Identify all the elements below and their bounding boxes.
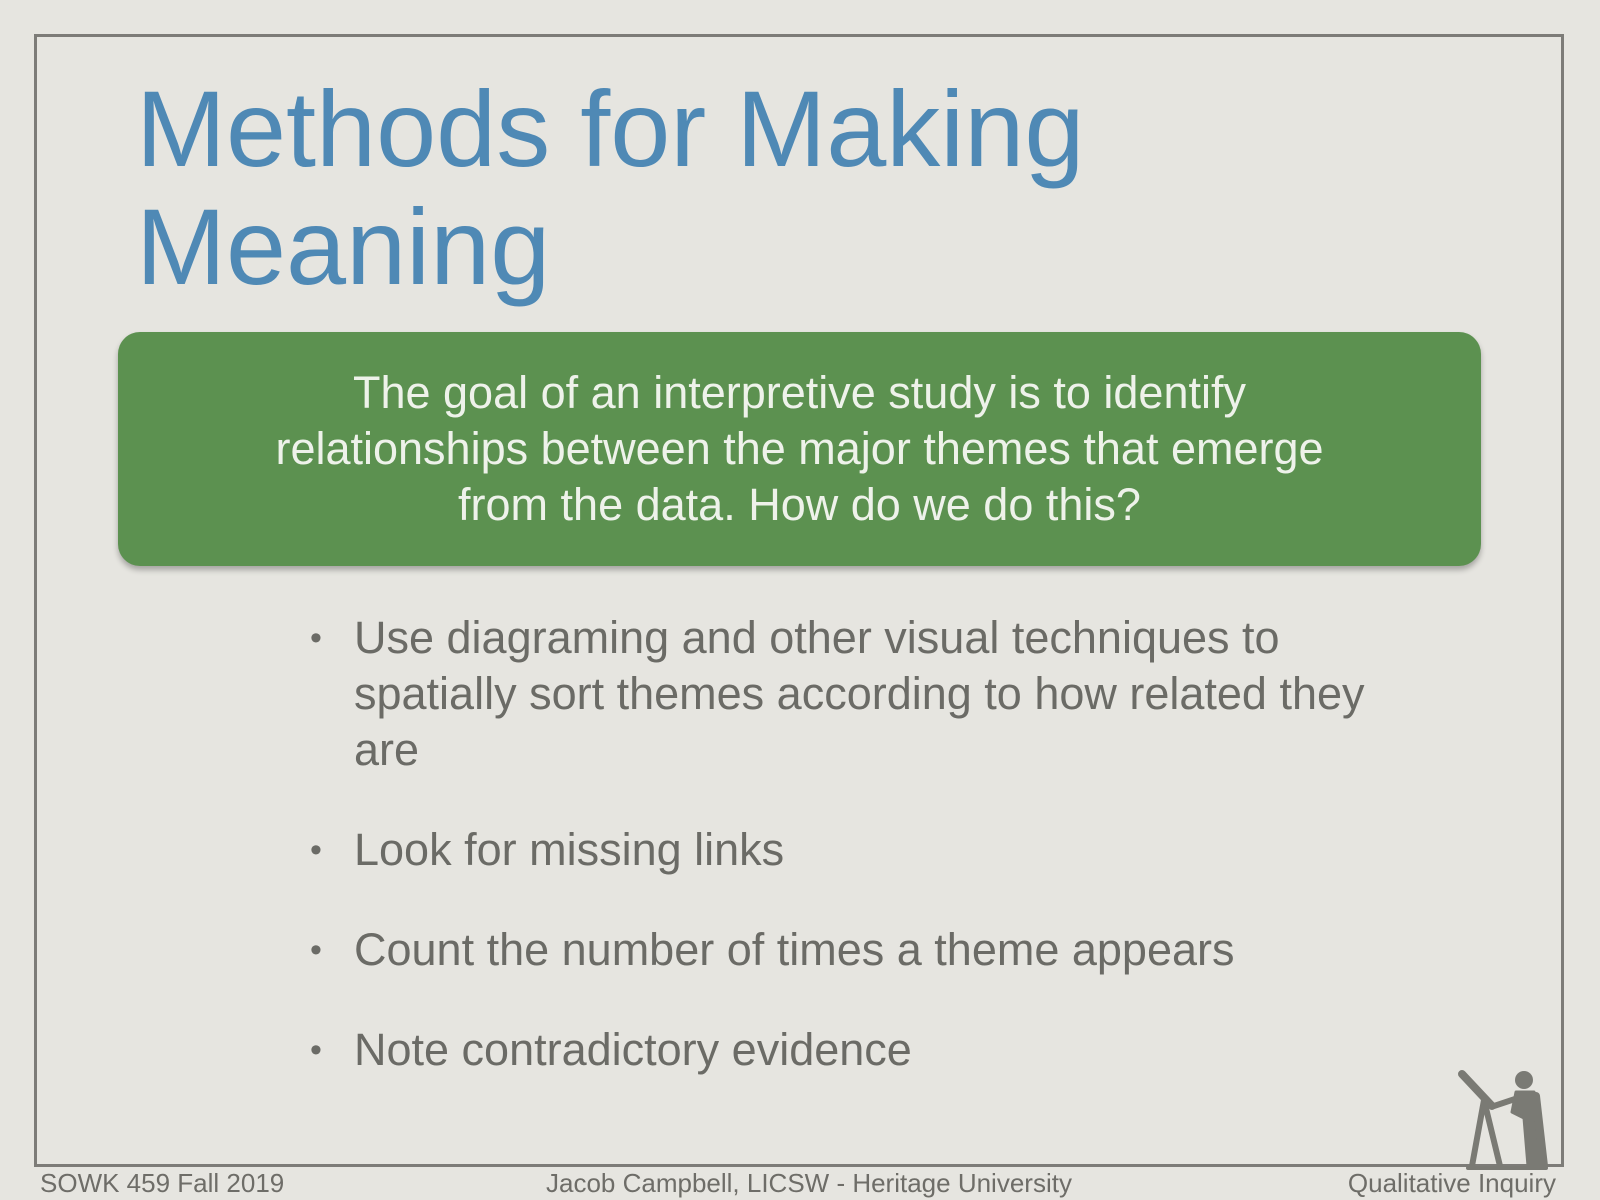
- bullet-dot: •: [310, 1031, 322, 1069]
- slide-title: Methods for Making Meaning: [136, 70, 1084, 306]
- goal-callout-text: The goal of an interpretive study is to …: [275, 367, 1324, 530]
- bullet-text: Count the number of times a theme appear…: [354, 924, 1235, 975]
- bullet-dot: •: [310, 931, 322, 969]
- footer-course: SOWK 459 Fall 2019: [40, 1168, 285, 1198]
- bullet-item: • Note contradictory evidence: [310, 1022, 1410, 1078]
- footer-author: Jacob Campbell, LICSW - Heritage Univers…: [546, 1168, 1072, 1198]
- goal-callout-box: The goal of an interpretive study is to …: [118, 332, 1481, 566]
- bullet-item: • Look for missing links: [310, 822, 1410, 878]
- slide-title-line-1: Methods for Making: [136, 68, 1085, 189]
- bullet-dot: •: [310, 619, 322, 657]
- bullet-text: Use diagraming and other visual techniqu…: [354, 612, 1365, 775]
- bullet-item: • Count the number of times a theme appe…: [310, 922, 1410, 978]
- slide-title-line-2: Meaning: [136, 186, 551, 307]
- bullet-item: • Use diagraming and other visual techni…: [310, 610, 1410, 778]
- footer-topic: Qualitative Inquiry: [1347, 1168, 1556, 1198]
- methods-bullet-list: • Use diagraming and other visual techni…: [310, 610, 1410, 1122]
- person-telescope-icon: [1454, 1066, 1564, 1172]
- bullet-text: Note contradictory evidence: [354, 1024, 912, 1075]
- bullet-text: Look for missing links: [354, 824, 785, 875]
- bullet-dot: •: [310, 831, 322, 869]
